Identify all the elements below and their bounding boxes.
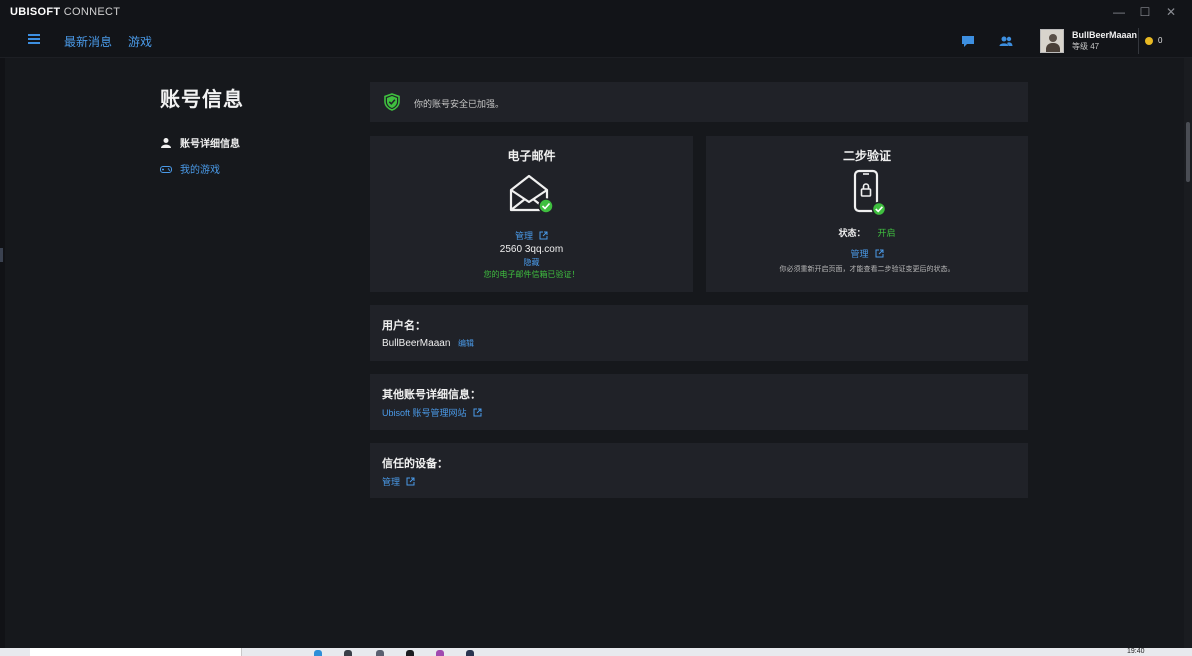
app-title-rest: CONNECT [60, 6, 121, 18]
email-verified-text: 您的电子邮件信箱已验证！ [483, 270, 580, 279]
account-site-row: Ubisoft 账号管理网站 [382, 406, 482, 419]
left-edge-handle[interactable] [0, 248, 3, 262]
two-step-note: 你必须重新开启页面，才能查看二步验证变更后的状态。 [779, 266, 955, 273]
app-title: UBISOFT CONNECT [0, 6, 120, 18]
status-value: 开启 [877, 228, 896, 238]
app-title-brand: UBISOFT [10, 6, 61, 18]
taskbar-app-icon[interactable] [466, 650, 474, 656]
two-step-status-row: 状态： 开启 [706, 226, 1028, 239]
chat-icon[interactable] [961, 34, 975, 48]
profile-divider [1138, 28, 1139, 54]
username-value: BullBeerMaaan [382, 338, 451, 349]
username-edit-link[interactable]: 编辑 [458, 338, 474, 349]
email-manage-row: 管理 [370, 226, 693, 244]
email-card: 电子邮件 管理 2560 3qq.com 隐藏 您的电子邮件信箱已验证！ [370, 136, 693, 292]
two-step-card-title: 二步验证 [842, 149, 891, 163]
account-site-link[interactable]: Ubisoft 账号管理网站 [382, 408, 467, 418]
title-bar: UBISOFT CONNECT — ☐ ✕ [0, 0, 1192, 24]
coin-icon [1145, 37, 1153, 45]
scrollbar[interactable] [1184, 58, 1192, 648]
sidebar-item-my-games[interactable]: 我的游戏 [160, 161, 220, 176]
top-nav: 最新消息 游戏 BullBeerMaaan 等级 47 0 [0, 24, 1192, 58]
taskbar-app-icon[interactable] [406, 650, 414, 656]
window-controls: — ☐ ✕ [1106, 0, 1184, 24]
gamepad-icon [160, 165, 172, 173]
profile-name: BullBeerMaaan [1072, 30, 1138, 40]
app-window: UBISOFT CONNECT — ☐ ✕ 最新消息 游戏 BullBeerMa [0, 0, 1192, 656]
two-step-card: 二步验证 状态： 开启 管理 你必须重新开启页面，才能查看二步验证变更后的状态。 [706, 136, 1028, 292]
username-label: 用户名： [382, 320, 426, 332]
page-title: 账号信息 [160, 89, 244, 111]
external-link-icon[interactable] [875, 249, 884, 258]
trusted-devices-section: 信任的设备： 管理 [370, 443, 1028, 498]
other-details-label: 其他账号详细信息： [382, 389, 481, 401]
external-link-icon[interactable] [406, 477, 415, 486]
email-hide-link[interactable]: 隐藏 [370, 257, 693, 268]
sidebar-item-account-details[interactable]: 账号详细信息 [160, 135, 240, 150]
os-taskbar: 19:40 [0, 648, 1192, 656]
email-card-title: 电子邮件 [507, 149, 556, 163]
sidebar-item-label: 我的游戏 [180, 165, 220, 176]
nav-games-link[interactable]: 游戏 [128, 33, 152, 50]
left-edge [0, 58, 5, 648]
trusted-devices-label: 信任的设备： [382, 458, 448, 470]
status-label: 状态： [838, 228, 866, 238]
taskbar-search-box[interactable] [30, 648, 242, 656]
taskbar-app-icon[interactable] [314, 650, 322, 656]
email-manage-link[interactable]: 管理 [515, 231, 533, 241]
two-step-manage-link[interactable]: 管理 [850, 249, 868, 259]
avatar[interactable] [1040, 29, 1064, 53]
other-details-section: 其他账号详细信息： Ubisoft 账号管理网站 [370, 374, 1028, 430]
friends-icon[interactable] [999, 34, 1013, 48]
minimize-button[interactable]: — [1106, 5, 1132, 19]
devices-manage-row: 管理 [382, 475, 415, 488]
external-link-icon[interactable] [473, 408, 482, 417]
profile-level: 等级 47 [1072, 42, 1100, 51]
devices-manage-link[interactable]: 管理 [382, 477, 400, 487]
sidebar-item-label: 账号详细信息 [180, 139, 240, 150]
security-banner: 你的账号安全已加强。 [370, 82, 1028, 122]
taskbar-clock[interactable]: 19:40 [1127, 648, 1145, 656]
profile-summary[interactable]: BullBeerMaaan 等级 47 [1040, 27, 1137, 55]
user-icon [161, 137, 171, 148]
banner-text: 你的账号安全已加强。 [414, 99, 505, 109]
menu-icon[interactable] [28, 34, 40, 44]
nav-news-link[interactable]: 最新消息 [64, 33, 112, 50]
scrollbar-thumb[interactable] [1186, 122, 1190, 182]
taskbar-app-icon[interactable] [376, 650, 384, 656]
shield-check-icon [384, 93, 400, 111]
coin-count: 0 [1158, 36, 1163, 45]
profile-text: BullBeerMaaan 等级 47 [1072, 30, 1137, 52]
maximize-button[interactable]: ☐ [1132, 5, 1158, 19]
taskbar-app-icon[interactable] [344, 650, 352, 656]
phone-lock-icon [853, 169, 886, 217]
close-button[interactable]: ✕ [1158, 5, 1184, 19]
taskbar-app-icon[interactable] [436, 650, 444, 656]
email-address: 2560 3qq.com [499, 244, 564, 255]
external-link-icon[interactable] [539, 231, 548, 240]
envelope-check-icon [509, 174, 553, 214]
username-section: 用户名： BullBeerMaaan 编辑 [370, 305, 1028, 361]
two-step-manage-row: 管理 [706, 244, 1028, 262]
